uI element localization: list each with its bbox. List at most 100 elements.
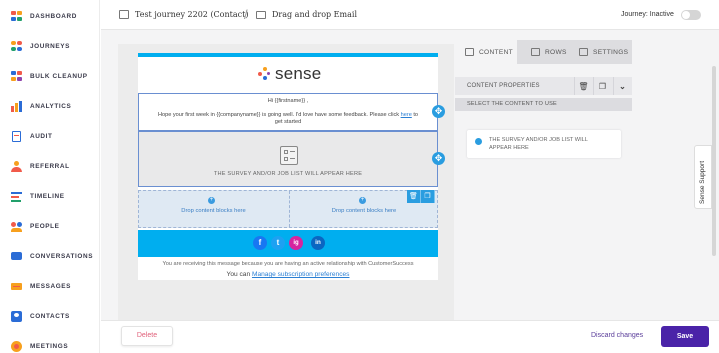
instagram-icon[interactable]: ig — [289, 236, 303, 250]
bulk-cleanup-icon — [11, 70, 22, 82]
facebook-icon[interactable]: f — [253, 236, 267, 250]
breadcrumb-separator: / — [244, 7, 248, 22]
sidebar-item-timeline[interactable]: TIMELINE — [11, 189, 65, 203]
sidebar-item-bulk-cleanup[interactable]: BULK CLEANUP — [11, 69, 88, 83]
sidebar-item-contacts[interactable]: CONTACTS — [11, 309, 70, 323]
twitter-icon[interactable]: t — [271, 236, 285, 250]
email-body-line: Hope your first week in {{companyname}} … — [139, 112, 437, 118]
save-button[interactable]: Save — [661, 326, 709, 347]
rows-tab-icon — [531, 48, 540, 56]
sidebar-item-label: AUDIT — [30, 132, 53, 140]
manage-subscription-link[interactable]: Manage subscription preferences — [252, 271, 350, 278]
footer-you-can: You can — [226, 271, 251, 278]
select-content-label: SELECT THE CONTENT TO USE — [455, 98, 632, 111]
breadcrumb-journey[interactable]: Test journey 2202 (Contact) — [135, 10, 248, 19]
content-option-survey[interactable]: THE SURVEY AND/OR JOB LIST WILL APPEAR H… — [467, 130, 621, 158]
sidebar-item-label: CONTACTS — [30, 312, 70, 320]
email-footer-preferences: You can Manage subscription preferences — [138, 271, 438, 278]
sidebar-item-messages[interactable]: MESSAGES — [11, 279, 71, 293]
social-links-bar: f t ig in — [138, 230, 438, 257]
delete-row-icon[interactable]: 🗑 — [407, 190, 421, 203]
audit-icon — [11, 130, 22, 142]
sense-logo-mark — [258, 67, 270, 81]
email-greeting: Hi {{firstname}} , — [267, 98, 309, 104]
messages-icon — [11, 281, 22, 292]
timeline-icon — [11, 191, 22, 202]
sidebar-item-meetings[interactable]: MEETINGS — [11, 339, 68, 353]
tab-content[interactable]: CONTENT — [455, 40, 517, 64]
sidebar-item-label: TIMELINE — [30, 192, 65, 200]
sidebar-item-label: DASHBOARD — [30, 12, 77, 20]
sense-support-label: Sense Support — [699, 160, 706, 204]
sidebar-item-label: JOURNEYS — [30, 42, 70, 50]
survey-content-block[interactable]: THE SURVEY AND/OR JOB LIST WILL APPEAR H… — [138, 131, 438, 187]
breadcrumb-email: Drag and drop Email — [272, 10, 357, 19]
delete-content-icon[interactable]: 🗑 — [574, 77, 592, 95]
sense-support-tab[interactable]: Sense Support — [694, 145, 712, 209]
sidebar-item-journeys[interactable]: JOURNEYS — [11, 39, 70, 53]
delete-button[interactable]: Delete — [121, 326, 173, 346]
survey-list-icon — [280, 146, 298, 165]
sidebar-item-people[interactable]: PEOPLE — [11, 219, 60, 233]
row-toolbar: 🗑 ❐ — [407, 190, 435, 203]
tab-settings[interactable]: SETTINGS — [569, 40, 632, 64]
journey-icon — [119, 10, 129, 19]
email-preview: sense Hi {{firstname}} , Hope your first… — [138, 53, 438, 280]
chevron-down-icon[interactable]: ⌄ — [613, 77, 631, 95]
drop-zone-left[interactable]: + Drop content blocks here — [139, 191, 288, 227]
sidebar-item-label: MESSAGES — [30, 282, 72, 290]
move-row-handle[interactable]: ✥ — [432, 152, 445, 165]
sidebar: DASHBOARD JOURNEYS BULK CLEANUP ANALYTIC… — [0, 0, 100, 353]
drop-zone-label: Drop content blocks here — [181, 208, 246, 214]
people-icon — [11, 221, 22, 232]
sidebar-item-label: CONVERSATIONS — [30, 252, 94, 260]
content-properties-header: CONTENT PROPERTIES 🗑 ❐ ⌄ — [455, 77, 632, 95]
move-block-handle[interactable]: ✥ — [432, 105, 445, 118]
top-bar: Test journey 2202 (Contact) / Drag and d… — [101, 0, 719, 30]
email-footer-notice: You are receiving this message because y… — [162, 261, 414, 267]
meetings-icon — [11, 340, 22, 352]
add-block-icon: + — [208, 197, 215, 204]
text-content-block[interactable]: Hi {{firstname}} , Hope your first week … — [138, 93, 438, 131]
sidebar-item-label: MEETINGS — [30, 342, 69, 350]
journey-active-toggle[interactable] — [681, 10, 701, 20]
referral-icon — [11, 160, 22, 172]
email-icon — [256, 11, 266, 19]
tab-rows[interactable]: ROWS — [517, 40, 569, 64]
email-body-link[interactable]: here — [401, 112, 412, 118]
settings-tab-icon — [579, 48, 588, 56]
empty-two-column-row[interactable]: + Drop content blocks here + Drop conten… — [138, 190, 438, 228]
select-content-text: SELECT THE CONTENT TO USE — [467, 101, 557, 107]
sidebar-item-label: PEOPLE — [30, 222, 60, 230]
email-body-text: Hope your first week in {{companyname}} … — [157, 112, 400, 118]
dashboard-icon — [11, 10, 22, 22]
email-top-border — [138, 53, 438, 57]
sidebar-item-label: REFERRAL — [30, 162, 70, 170]
journeys-icon — [11, 40, 22, 52]
email-body-text-end: to — [413, 112, 419, 118]
scrollbar-thumb[interactable] — [712, 66, 716, 256]
content-properties-title: CONTENT PROPERTIES — [467, 83, 540, 89]
sidebar-item-label: BULK CLEANUP — [30, 72, 88, 80]
discard-changes-button[interactable]: Discard changes — [591, 332, 643, 339]
sense-logo: sense — [258, 64, 321, 84]
add-block-icon: + — [359, 197, 366, 204]
radio-selected-icon — [475, 138, 482, 145]
survey-placeholder-text: THE SURVEY AND/OR JOB LIST WILL APPEAR H… — [213, 171, 363, 177]
properties-panel: CONTENT ROWS SETTINGS CONTENT PROPERTIES… — [455, 40, 632, 320]
analytics-icon — [11, 100, 22, 112]
tab-rows-label: ROWS — [545, 48, 567, 56]
sidebar-item-audit[interactable]: AUDIT — [11, 129, 53, 143]
drop-zone-label: Drop content blocks here — [331, 208, 397, 214]
duplicate-row-icon[interactable]: ❐ — [421, 190, 435, 203]
sidebar-item-dashboard[interactable]: DASHBOARD — [11, 9, 77, 23]
sidebar-item-label: ANALYTICS — [30, 102, 72, 110]
editor-footer: Delete Discard changes Save — [101, 320, 719, 353]
duplicate-content-icon[interactable]: ❐ — [593, 77, 611, 95]
content-tab-icon — [465, 48, 474, 56]
tab-content-label: CONTENT — [479, 48, 513, 56]
sidebar-item-analytics[interactable]: ANALYTICS — [11, 99, 71, 113]
sidebar-item-conversations[interactable]: CONVERSATIONS — [11, 249, 93, 263]
sidebar-item-referral[interactable]: REFERRAL — [11, 159, 70, 173]
linkedin-icon[interactable]: in — [311, 236, 325, 250]
